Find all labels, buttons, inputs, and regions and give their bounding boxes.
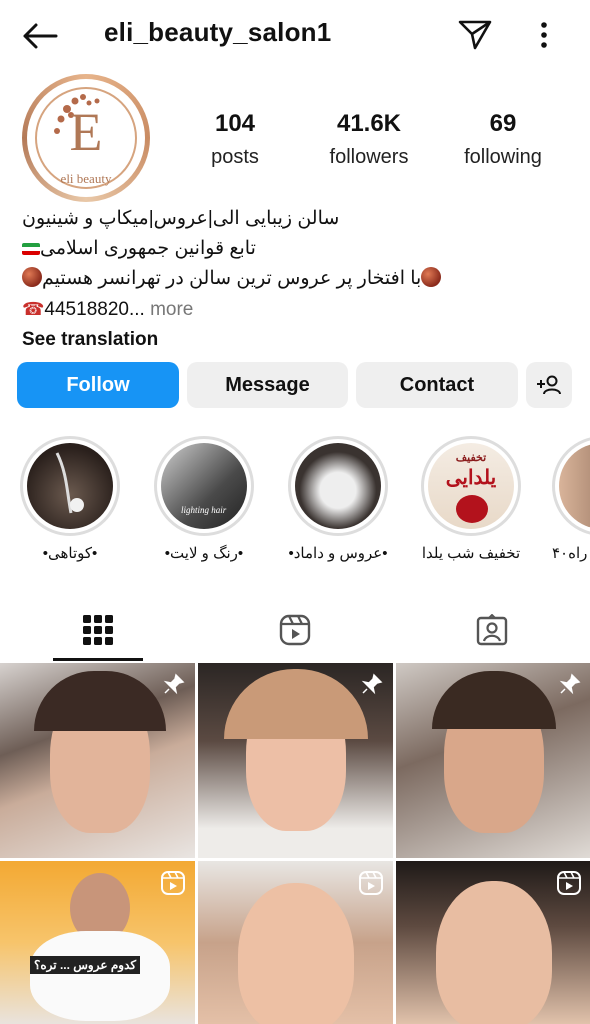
telephone-icon: ☎ <box>22 299 45 319</box>
posts-grid: کدوم عروس ... تره؟ <box>0 663 590 1024</box>
highlight-item[interactable]: •عروس و داماد• <box>285 436 391 562</box>
followers-label: followers <box>329 146 409 168</box>
highlight-image <box>559 443 590 529</box>
yalda-small-text: تخفیف <box>455 452 487 464</box>
tab-posts[interactable] <box>0 600 196 660</box>
yalda-big-text: یلدایی <box>445 467 497 489</box>
ball-emoji-icon <box>421 267 442 287</box>
stat-following[interactable]: 69 following <box>438 110 568 169</box>
highlight-label: •رنگ و لایت• <box>164 545 244 562</box>
highlight-image <box>27 443 113 529</box>
add-user-button[interactable] <box>526 362 572 408</box>
message-button[interactable]: Message <box>187 362 348 408</box>
reel-icon <box>359 871 383 900</box>
profile-username: eli_beauty_salon1 <box>104 17 332 47</box>
highlight-item[interactable]: lighting hair •رنگ و لایت• <box>151 436 257 562</box>
highlight-item[interactable]: راه۴۰ <box>552 436 590 562</box>
bio-line-2-wrap: تابع قوانین جمهوری اسلامی <box>22 234 582 264</box>
back-arrow-icon[interactable] <box>20 18 60 54</box>
pin-icon <box>163 673 185 700</box>
highlight-item[interactable]: تخفیف یلدایی تخفیف شب یلدا <box>418 436 524 562</box>
bio-phone-line: ☎44518820... more <box>22 294 582 325</box>
highlight-item[interactable]: •کوتاهی• <box>17 436 123 562</box>
highlight-image: lighting hair <box>161 443 247 529</box>
avatar-brand-text: eli beauty <box>60 171 112 186</box>
highlight-label: •کوتاهی• <box>42 545 98 562</box>
highlight-label: راه۴۰ <box>552 545 588 562</box>
following-count: 69 <box>489 110 517 137</box>
pin-icon <box>361 673 383 700</box>
avatar-monogram: E <box>69 102 103 162</box>
reels-icon <box>279 614 311 646</box>
highlight-signature: lighting hair <box>181 505 227 515</box>
see-translation-link[interactable]: See translation <box>22 325 582 355</box>
highlight-image <box>295 443 381 529</box>
profile-tabs <box>0 600 590 660</box>
highlight-label: تخفیف شب یلدا <box>421 545 521 562</box>
iran-flag-icon <box>22 242 40 255</box>
grid-icon <box>83 615 113 645</box>
profile-avatar[interactable]: E eli beauty <box>22 74 150 202</box>
tab-tagged[interactable] <box>394 600 590 660</box>
highlight-label: •عروس و داماد• <box>288 545 388 562</box>
post-tile[interactable] <box>198 663 393 858</box>
reel-icon <box>161 871 185 900</box>
top-bar: eli_beauty_salon1 <box>0 0 590 70</box>
bio-line-2: تابع قوانین جمهوری اسلامی <box>40 238 256 259</box>
bio-line-3: با افتخار پر عروس ترین سالن در تهرانسر ه… <box>42 268 422 289</box>
post-tile[interactable] <box>0 663 195 858</box>
posts-label: posts <box>211 146 259 168</box>
tab-reels[interactable] <box>197 600 393 660</box>
follow-button[interactable]: Follow <box>17 362 179 408</box>
highlight-image: تخفیف یلدایی <box>428 443 514 529</box>
contact-button[interactable]: Contact <box>356 362 518 408</box>
bio-line-3-wrap: با افتخار پر عروس ترین سالن در تهرانسر ه… <box>22 264 582 294</box>
send-icon[interactable] <box>456 16 494 54</box>
post-tile[interactable] <box>396 861 590 1024</box>
tagged-icon <box>476 614 508 646</box>
bio-more-link[interactable]: more <box>150 299 193 320</box>
ball-emoji-icon <box>22 267 42 287</box>
add-user-icon <box>537 375 561 395</box>
bio-phone: 44518820... <box>44 299 145 320</box>
profile-bio: سالن زیبایی الی|عروس|میکاپ و شینیون تابع… <box>22 204 582 355</box>
stat-followers[interactable]: 41.6K followers <box>304 110 434 169</box>
following-label: following <box>464 146 542 168</box>
posts-count: 104 <box>214 110 256 137</box>
reel-icon <box>557 871 581 900</box>
active-tab-indicator <box>53 658 143 661</box>
followers-count: 41.6K <box>336 110 402 137</box>
more-vertical-icon[interactable] <box>528 16 560 54</box>
pin-icon <box>559 673 581 700</box>
post-caption: کدوم عروس ... تره؟ <box>30 956 141 974</box>
avatar-logo: E eli beauty <box>27 79 145 197</box>
post-tile[interactable] <box>198 861 393 1024</box>
post-tile[interactable]: کدوم عروس ... تره؟ <box>0 861 195 1024</box>
post-tile[interactable] <box>396 663 590 858</box>
stat-posts[interactable]: 104 posts <box>170 110 300 169</box>
bio-line-1: سالن زیبایی الی|عروس|میکاپ و شینیون <box>22 208 340 229</box>
